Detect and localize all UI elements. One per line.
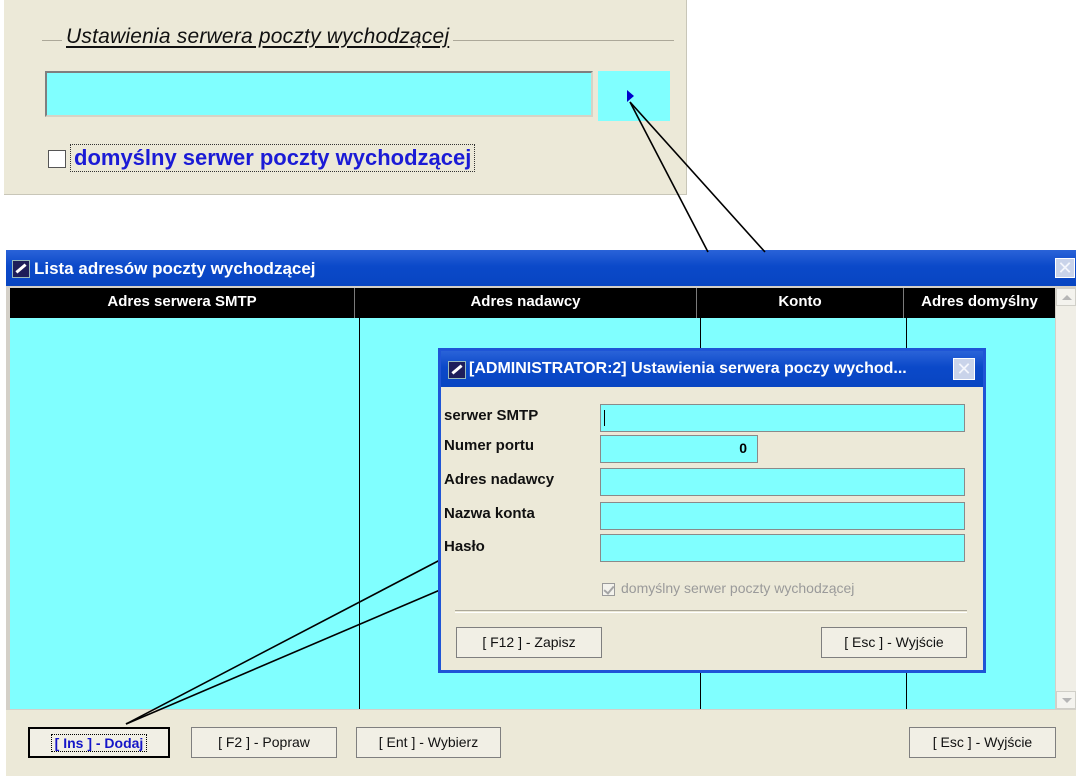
close-icon[interactable]: ✕ bbox=[1055, 258, 1075, 278]
default-server-checkbox-label: domyślny serwer poczty wychodzącej bbox=[621, 580, 855, 596]
default-server-checkbox[interactable] bbox=[48, 150, 66, 168]
scroll-up-button[interactable] bbox=[1056, 288, 1076, 306]
select-button[interactable]: [ Ent ] - Wybierz bbox=[356, 727, 501, 758]
default-server-checkbox-label[interactable]: domyślny serwer poczty wychodzącej bbox=[69, 144, 476, 172]
account-name-label: Nazwa konta bbox=[444, 505, 535, 522]
password-input[interactable] bbox=[600, 534, 965, 562]
server-settings-dialog: [ADMINISTRATOR:2] Ustawienia serwera poc… bbox=[438, 348, 986, 673]
dialog-exit-button[interactable]: [ Esc ] - Wyjście bbox=[821, 627, 967, 658]
chevron-up-icon bbox=[1062, 295, 1072, 300]
vertical-scrollbar[interactable] bbox=[1056, 288, 1076, 709]
dialog-title: [ADMINISTRATOR:2] Ustawienia serwera poc… bbox=[469, 360, 907, 377]
panel-title: Ustawienia serwera poczty wychodzącej bbox=[62, 25, 454, 49]
sender-address-input[interactable] bbox=[600, 468, 965, 496]
button-bar: [ Ins ] - Dodaj [ F2 ] - Popraw [ Ent ] … bbox=[6, 710, 1076, 776]
add-button[interactable]: [ Ins ] - Dodaj bbox=[28, 727, 170, 758]
port-value: 0 bbox=[739, 440, 747, 456]
column-header-account[interactable]: Konto bbox=[697, 288, 904, 318]
scroll-down-button[interactable] bbox=[1056, 691, 1076, 709]
close-icon[interactable]: ✕ bbox=[953, 358, 975, 380]
outgoing-server-input[interactable] bbox=[45, 71, 593, 117]
column-divider bbox=[359, 318, 360, 709]
arrow-right-icon bbox=[627, 90, 634, 102]
chevron-down-icon bbox=[1062, 698, 1072, 703]
column-header-smtp[interactable]: Adres serwera SMTP bbox=[10, 288, 355, 318]
port-input[interactable]: 0 bbox=[600, 435, 758, 463]
column-header-default[interactable]: Adres domyślny bbox=[904, 288, 1055, 318]
port-label: Numer portu bbox=[444, 437, 534, 454]
smtp-server-input[interactable] bbox=[600, 404, 965, 432]
browse-server-button[interactable] bbox=[598, 71, 670, 121]
sender-address-label: Adres nadawcy bbox=[444, 471, 555, 488]
default-server-checkbox bbox=[602, 583, 615, 596]
save-button[interactable]: [ F12 ] - Zapisz bbox=[456, 627, 602, 658]
add-button-label: [ Ins ] - Dodaj bbox=[50, 734, 148, 752]
column-header-sender[interactable]: Adres nadawcy bbox=[355, 288, 697, 318]
smtp-server-label: serwer SMTP bbox=[444, 407, 539, 424]
edit-button[interactable]: [ F2 ] - Popraw bbox=[191, 727, 337, 758]
account-name-input[interactable] bbox=[600, 502, 965, 530]
outgoing-server-panel: Ustawienia serwera poczty wychodzącej do… bbox=[4, 0, 687, 195]
window-titlebar[interactable]: Lista adresów poczty wychodzącej ✕ bbox=[6, 250, 1076, 286]
password-label: Hasło bbox=[444, 538, 485, 555]
grid-header: Adres serwera SMTP Adres nadawcy Konto A… bbox=[10, 288, 1055, 318]
window-title: Lista adresów poczty wychodzącej bbox=[34, 259, 316, 278]
app-icon bbox=[448, 361, 466, 379]
dialog-titlebar[interactable]: [ADMINISTRATOR:2] Ustawienia serwera poc… bbox=[441, 351, 983, 387]
exit-button[interactable]: [ Esc ] - Wyjście bbox=[909, 727, 1056, 758]
text-caret bbox=[604, 410, 605, 426]
app-icon bbox=[12, 260, 30, 278]
dialog-separator bbox=[455, 610, 967, 613]
